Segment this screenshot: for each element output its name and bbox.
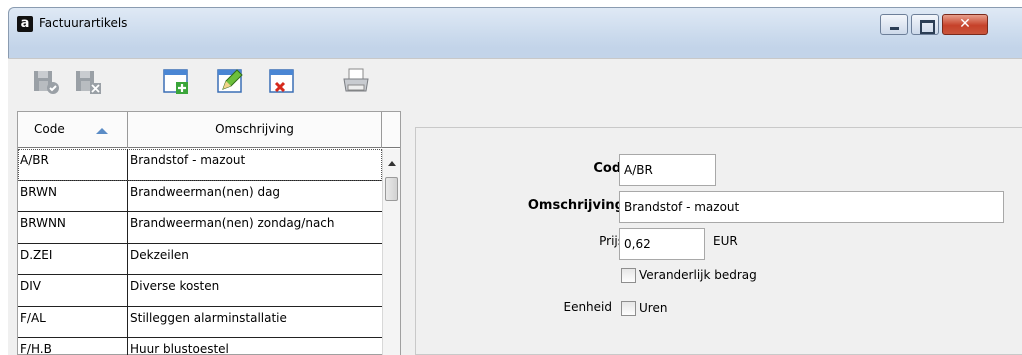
table-row[interactable]: A/BR Brandstof - mazout xyxy=(18,149,382,181)
cell-code: D.ZEI xyxy=(18,243,128,274)
table-row[interactable]: BRWNN Brandweerman(nen) zondag/nach xyxy=(18,212,382,244)
cancel-record-icon[interactable] xyxy=(72,65,104,97)
veranderlijk-bedrag-checkbox[interactable] xyxy=(621,268,636,283)
table-row[interactable]: F/H.B Huur blustoestel xyxy=(18,338,382,355)
cell-code: F/AL xyxy=(18,306,128,337)
grid-header: Code Omschrijving xyxy=(18,112,400,148)
cell-code: BRWNN xyxy=(18,212,128,243)
cell-code: BRWN xyxy=(18,180,128,211)
table-row[interactable]: F/AL Stilleggen alarminstallatie xyxy=(18,306,382,338)
eenheid-label: Eenheid xyxy=(563,300,612,314)
table-row[interactable]: DIV Diverse kosten xyxy=(18,275,382,307)
cell-code: F/H.B xyxy=(18,338,128,355)
cell-omschrijving: Stilleggen alarminstallatie xyxy=(130,310,287,325)
app-icon: a xyxy=(17,16,33,32)
maximize-button[interactable] xyxy=(911,14,939,35)
new-record-icon[interactable] xyxy=(160,65,192,97)
veranderlijk-bedrag-label: Veranderlijk bedrag xyxy=(639,268,757,282)
table-row[interactable]: D.ZEI Dekzeilen xyxy=(18,243,382,275)
currency-label: EUR xyxy=(713,234,738,248)
cell-omschrijving: Brandweerman(nen) dag xyxy=(130,184,281,199)
code-field[interactable]: A/BR xyxy=(619,154,716,186)
scroll-thumb[interactable] xyxy=(385,177,398,201)
title-bar: a Factuurartikels ✕ xyxy=(9,8,1022,40)
minimize-button[interactable] xyxy=(880,14,908,35)
close-icon: ✕ xyxy=(959,16,971,32)
toolbar xyxy=(8,58,1022,106)
grid-rows: A/BR Brandstof - mazout BRWN Brandweerma… xyxy=(18,149,382,355)
window-title: Factuurartikels xyxy=(39,16,128,30)
close-button[interactable]: ✕ xyxy=(942,14,988,35)
prijs-field[interactable]: 0,62 xyxy=(619,228,705,260)
column-header-code-label: Code xyxy=(34,122,65,136)
cell-code: DIV xyxy=(18,275,128,306)
vertical-scrollbar[interactable] xyxy=(382,149,400,355)
cell-omschrijving: Dekzeilen xyxy=(130,247,189,262)
column-header-code[interactable]: Code xyxy=(18,112,128,148)
cell-omschrijving: Huur blustoestel xyxy=(130,342,229,355)
column-header-omschrijving[interactable]: Omschrijving xyxy=(128,112,382,148)
cell-omschrijving: Brandweerman(nen) zondag/nach xyxy=(130,216,335,230)
scroll-up-icon[interactable] xyxy=(388,161,396,166)
sort-ascending-icon xyxy=(96,128,108,134)
cell-code: A/BR xyxy=(18,149,128,180)
omschrijving-label: Omschrijving xyxy=(527,198,624,213)
save-record-icon[interactable] xyxy=(30,65,62,97)
uren-checkbox[interactable] xyxy=(621,301,636,316)
column-header-omschrijving-label: Omschrijving xyxy=(215,122,294,136)
print-icon[interactable] xyxy=(340,65,372,97)
cell-omschrijving: Brandstof - mazout xyxy=(130,153,246,167)
detail-panel: Code A/BR Omschrijving Brandstof - mazou… xyxy=(415,127,1022,355)
cell-omschrijving: Diverse kosten xyxy=(130,279,220,293)
table-row[interactable]: BRWN Brandweerman(nen) dag xyxy=(18,180,382,212)
edit-record-icon[interactable] xyxy=(214,65,246,97)
articles-grid: Code Omschrijving A/BR Brandstof - mazou… xyxy=(17,111,401,355)
omschrijving-field[interactable]: Brandstof - mazout xyxy=(619,191,1004,223)
uren-label: Uren xyxy=(639,301,668,315)
delete-record-icon[interactable] xyxy=(266,65,298,97)
